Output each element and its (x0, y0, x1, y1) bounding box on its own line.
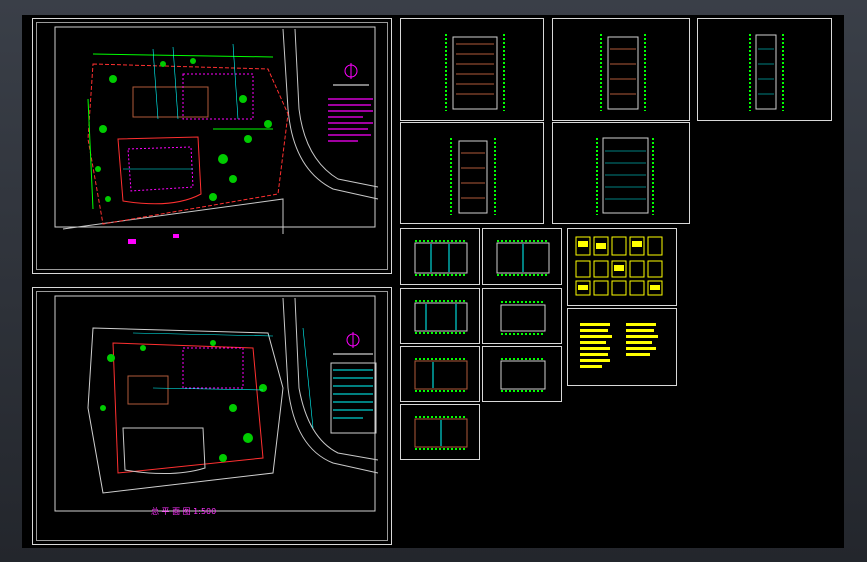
elevation-sheet-1[interactable] (400, 18, 544, 121)
plan-sheet-1[interactable] (400, 228, 480, 285)
plan-sheet-2[interactable] (482, 228, 562, 285)
drawing-canvas[interactable]: 总 平 面 图 1:500 (22, 15, 844, 548)
plan-sheet-3[interactable] (400, 288, 480, 344)
site-plan-sheet-1[interactable] (32, 18, 392, 274)
plan-sheet-6[interactable] (482, 346, 562, 402)
plan-sheet-4[interactable] (482, 288, 562, 344)
elevation-sheet-3[interactable] (697, 18, 832, 121)
site-plan-scale-label: 总 平 面 图 1:500 (151, 507, 217, 516)
detail-sheet[interactable] (567, 228, 677, 306)
elevation-sheet-2[interactable] (552, 18, 690, 121)
elevation-sheet-5[interactable] (552, 122, 690, 224)
cad-viewport-frame: 总 平 面 图 1:500 (0, 0, 867, 562)
site-plan-sheet-2[interactable]: 总 平 面 图 1:500 (32, 287, 392, 545)
site-plan-1-drawing (54, 26, 379, 244)
plan-sheet-7[interactable] (400, 404, 480, 460)
notes-sheet[interactable] (567, 308, 677, 386)
plan-sheet-5[interactable] (400, 346, 480, 402)
elevation-sheet-4[interactable] (400, 122, 544, 224)
